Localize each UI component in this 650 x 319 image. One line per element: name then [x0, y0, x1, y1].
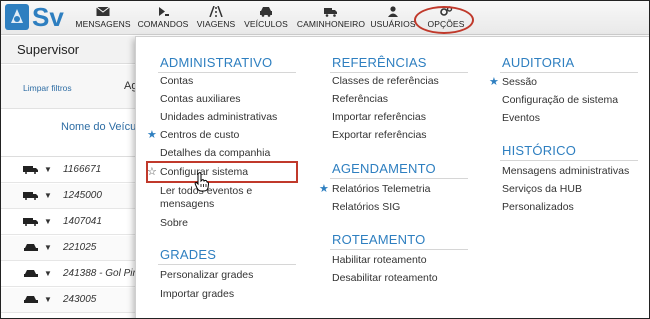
menu-item-contas-auxiliares[interactable]: Contas auxiliares [160, 93, 241, 105]
chevron-down-icon[interactable]: ▼ [44, 295, 52, 304]
car-icon [24, 270, 38, 277]
section-roteamento-title: ROTEAMENTO [332, 232, 426, 247]
divider [500, 72, 638, 73]
envelope-icon [96, 6, 110, 16]
vehicle-name: 241388 - Gol Pir [63, 268, 136, 279]
highlight-box [146, 161, 298, 183]
section-referencias-title: REFERÊNCIAS [332, 55, 427, 70]
menu-item-desabilitar-roteamento[interactable]: Desabilitar roteamento [332, 272, 438, 284]
menu-item-contas[interactable]: Contas [160, 75, 193, 87]
divider [500, 160, 638, 161]
logo-globe-icon [5, 4, 29, 30]
truck-icon [23, 166, 38, 174]
menu-item-sessao[interactable]: Sessão [502, 76, 537, 88]
menu-item-detalhes-da-companhia[interactable]: Detalhes da companhia [160, 147, 270, 159]
chevron-down-icon[interactable]: ▼ [44, 243, 52, 252]
vehicle-name: 221025 [63, 242, 97, 253]
truck-icon [324, 8, 337, 17]
menu-item-exportar-referencias[interactable]: Exportar referências [332, 129, 427, 141]
nav-label: CAMINHONEIRO [296, 19, 366, 29]
chevron-down-icon[interactable]: ▼ [44, 217, 52, 226]
nav-caminhoneiro[interactable]: CAMINHONEIRO [296, 3, 366, 33]
star-filled-icon[interactable]: ★ [319, 182, 329, 195]
menu-item-eventos[interactable]: Eventos [502, 112, 540, 124]
car-icon [24, 244, 38, 251]
vehicle-name: 1166671 [63, 164, 102, 175]
options-dropdown-menu: ADMINISTRATIVO Contas Contas auxiliares … [135, 36, 649, 318]
chevron-down-icon[interactable]: ▼ [44, 269, 52, 278]
column-vehicle-name[interactable]: Nome do Veículo [61, 121, 145, 133]
section-grades-title: GRADES [160, 247, 217, 262]
divider [158, 264, 296, 265]
menu-item-referencias[interactable]: Referências [332, 93, 388, 105]
vehicle-name: 1245000 [63, 190, 102, 201]
app-logo[interactable]: Sv [5, 2, 67, 32]
menu-item-servicos-da-hub[interactable]: Serviços da HUB [502, 183, 582, 195]
top-navbar: Sv MENSAGENS COMANDOS VIAGENS VEÍCULOS C… [1, 1, 649, 35]
user-icon [388, 6, 398, 17]
section-administrativo-title: ADMINISTRATIVO [160, 55, 273, 70]
menu-item-ler-todos-eventos-cont[interactable]: mensagens [160, 198, 214, 210]
divider [330, 72, 468, 73]
nav-comandos[interactable]: COMANDOS [136, 3, 190, 33]
page-title: Supervisor [17, 42, 80, 57]
section-agendamento-title: AGENDAMENTO [332, 161, 436, 176]
chevron-down-icon[interactable]: ▼ [44, 191, 52, 200]
menu-item-personalizar-grades[interactable]: Personalizar grades [160, 269, 253, 281]
car-icon [24, 296, 38, 303]
nav-viagens[interactable]: VIAGENS [194, 3, 238, 33]
menu-item-classes-de-referencias[interactable]: Classes de referências [332, 75, 439, 87]
menu-item-relatorios-telemetria[interactable]: Relatórios Telemetria [332, 183, 430, 195]
divider [158, 72, 296, 73]
chevron-down-icon[interactable]: ▼ [44, 165, 52, 174]
menu-item-importar-grades[interactable]: Importar grades [160, 288, 234, 300]
menu-item-relatorios-sig[interactable]: Relatórios SIG [332, 201, 400, 213]
menu-item-habilitar-roteamento[interactable]: Habilitar roteamento [332, 254, 427, 266]
menu-item-centros-de-custo[interactable]: Centros de custo [160, 129, 239, 141]
menu-item-importar-referencias[interactable]: Importar referências [332, 111, 426, 123]
section-historico-title: HISTÓRICO [502, 143, 577, 158]
nav-label: USUÁRIOS [370, 19, 416, 29]
nav-usuarios[interactable]: USUÁRIOS [370, 3, 416, 33]
menu-item-configuracao-de-sistema[interactable]: Configuração de sistema [502, 94, 618, 106]
vehicle-name: 1407041 [63, 216, 102, 227]
clear-filters-link[interactable]: Limpar filtros [23, 83, 72, 93]
highlight-ellipse [414, 6, 474, 34]
logo-text: Sv [32, 2, 64, 32]
menu-item-personalizados[interactable]: Personalizados [502, 201, 574, 213]
hand-cursor-icon [194, 172, 210, 192]
app-window: Sv MENSAGENS COMANDOS VIAGENS VEÍCULOS C… [0, 0, 650, 319]
divider [330, 249, 468, 250]
truck-icon [23, 192, 38, 200]
nav-label: VIAGENS [196, 19, 236, 29]
star-filled-icon[interactable]: ★ [147, 128, 157, 141]
nav-label: MENSAGENS [75, 19, 131, 29]
menu-item-sobre[interactable]: Sobre [160, 217, 188, 229]
nav-label: COMANDOS [137, 19, 189, 29]
nav-label: VEÍCULOS [244, 19, 288, 29]
road-icon [209, 6, 223, 17]
menu-item-mensagens-administrativas[interactable]: Mensagens administrativas [502, 165, 629, 177]
divider [330, 178, 468, 179]
star-filled-icon[interactable]: ★ [489, 75, 499, 88]
nav-mensagens[interactable]: MENSAGENS [74, 3, 132, 33]
vehicle-name: 243005 [63, 294, 97, 305]
menu-item-unidades-administrativas[interactable]: Unidades administrativas [160, 111, 277, 123]
command-icon [159, 7, 169, 16]
truck-icon [23, 218, 38, 226]
nav-veiculos[interactable]: VEÍCULOS [243, 3, 289, 33]
car-icon [260, 7, 272, 17]
section-auditoria-title: AUDITORIA [502, 55, 575, 70]
